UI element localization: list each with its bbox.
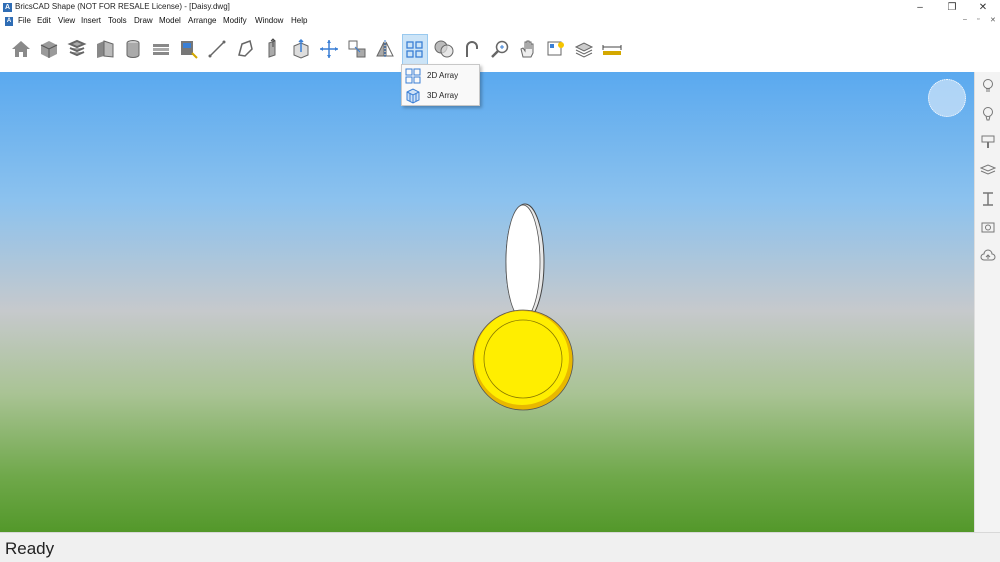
materials-icon[interactable] — [572, 37, 596, 61]
daisy-model — [472, 203, 574, 411]
wall-icon[interactable] — [93, 37, 117, 61]
cylinder-icon[interactable] — [121, 37, 145, 61]
pan-icon[interactable] — [516, 37, 540, 61]
boolean-icon[interactable] — [432, 37, 456, 61]
array-2d-option[interactable]: 2D Array — [402, 66, 479, 85]
polyline-icon[interactable] — [233, 37, 257, 61]
pushpull-icon[interactable] — [289, 37, 313, 61]
menu-insert[interactable]: Insert — [81, 16, 101, 25]
menu-arrange[interactable]: Arrange — [188, 16, 216, 25]
box-icon[interactable] — [37, 37, 61, 61]
array-2d-icon — [405, 68, 421, 84]
menu-file[interactable]: File — [18, 16, 31, 25]
slab-icon[interactable] — [149, 37, 173, 61]
extrude-icon[interactable] — [261, 37, 285, 61]
lightbulb-icon[interactable] — [980, 78, 996, 94]
menu-view[interactable]: View — [58, 16, 75, 25]
app-logo-icon: A — [3, 3, 12, 12]
restore-button[interactable]: ❐ — [937, 0, 967, 15]
line-icon[interactable] — [205, 37, 229, 61]
menu-model[interactable]: Model — [159, 16, 181, 25]
cloud-icon[interactable] — [980, 248, 996, 264]
minimize-button[interactable]: – — [905, 0, 935, 15]
close-button[interactable]: ✕ — [968, 0, 998, 15]
layers-icon[interactable] — [980, 162, 996, 178]
document-icon[interactable]: A — [5, 17, 13, 26]
section-icon[interactable] — [980, 191, 996, 207]
array-3d-option[interactable]: 3D Array — [402, 86, 479, 105]
fillet-icon[interactable] — [460, 37, 484, 61]
array-icon[interactable] — [402, 34, 428, 66]
doc-close-button[interactable]: ✕ — [990, 16, 996, 24]
window-tool-icon[interactable] — [177, 37, 201, 61]
array-3d-icon — [406, 88, 420, 104]
camera-icon[interactable] — [980, 219, 996, 235]
menu-tools[interactable]: Tools — [108, 16, 127, 25]
array-dropdown-menu: 2D Array 3D Array — [401, 64, 480, 106]
title-bar: A BricsCAD Shape (NOT FOR RESALE License… — [0, 0, 1000, 15]
flower-petal — [505, 204, 541, 320]
status-bar: Ready — [0, 532, 1000, 562]
flower-center — [475, 311, 569, 405]
window-title: BricsCAD Shape (NOT FOR RESALE License) … — [15, 2, 230, 11]
stack-icon[interactable] — [65, 37, 89, 61]
menu-edit[interactable]: Edit — [37, 16, 51, 25]
materials-panel-icon[interactable] — [980, 106, 996, 122]
paint-icon[interactable] — [980, 134, 996, 150]
doc-restore-button[interactable]: ▫ — [977, 16, 979, 23]
menu-draw[interactable]: Draw — [134, 16, 153, 25]
lights-icon[interactable] — [544, 37, 568, 61]
menu-window[interactable]: Window — [255, 16, 283, 25]
zoom-icon[interactable] — [488, 37, 512, 61]
doc-minimize-button[interactable]: – — [963, 16, 967, 23]
right-panel — [974, 72, 1000, 532]
move-icon[interactable] — [317, 37, 341, 61]
array-2d-label: 2D Array — [427, 71, 459, 80]
copy-icon[interactable] — [345, 37, 369, 61]
mirror-icon[interactable] — [373, 37, 397, 61]
menu-help[interactable]: Help — [291, 16, 307, 25]
main-toolbar — [0, 28, 1000, 72]
home-icon[interactable] — [9, 37, 33, 61]
model-viewport[interactable] — [0, 72, 974, 532]
array-3d-label: 3D Array — [427, 91, 459, 100]
menu-modify[interactable]: Modify — [223, 16, 247, 25]
menu-bar: A File Edit View Insert Tools Draw Model… — [0, 15, 1000, 28]
measure-icon[interactable] — [600, 37, 624, 61]
status-text: Ready — [5, 539, 55, 558]
